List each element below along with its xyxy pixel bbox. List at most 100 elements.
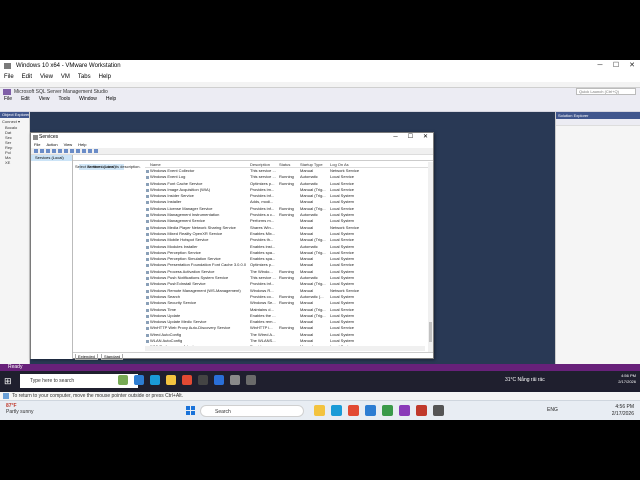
guest-screen[interactable]: Microsoft SQL Server Management Studio Q… xyxy=(0,88,640,392)
store-icon[interactable] xyxy=(365,405,376,416)
services-horizontal-scrollbar[interactable] xyxy=(145,346,425,351)
services-close-icon[interactable]: ✕ xyxy=(418,133,433,142)
refresh-icon[interactable] xyxy=(58,149,62,153)
screen-frame: Windows 10 x64 - VMware Workstation ─ ☐ … xyxy=(0,60,640,420)
menu-help[interactable]: Help xyxy=(99,72,111,82)
menu-view[interactable]: View xyxy=(40,72,53,82)
ssms-menu-file[interactable]: File xyxy=(4,96,12,103)
app-icon[interactable] xyxy=(416,405,427,416)
object-explorer-tree: Bocalo Dat Sec Ser Rep Pol Ma XE xyxy=(0,125,29,165)
menu-vm[interactable]: VM xyxy=(61,72,70,82)
file-explorer-icon[interactable] xyxy=(314,405,325,416)
news-icon[interactable] xyxy=(118,375,128,385)
start-service-icon[interactable] xyxy=(76,149,80,153)
solution-explorer-toolbar xyxy=(556,119,640,126)
services-tree: Services (Local) xyxy=(31,155,73,359)
edge-icon[interactable] xyxy=(331,405,342,416)
ssms-statusbar: Ready xyxy=(0,364,640,371)
table-body: Windows Event Collector This service ... M… xyxy=(145,168,429,352)
col-logon-as[interactable]: Log On As xyxy=(330,162,370,167)
services-title: Services xyxy=(39,134,59,140)
services-menu-action[interactable]: Action xyxy=(46,142,57,148)
terminal-icon[interactable] xyxy=(433,405,444,416)
col-name[interactable]: Name xyxy=(145,162,250,167)
services-minimize-icon[interactable]: ─ xyxy=(388,133,403,142)
services-pane-header: Services (Local) xyxy=(73,155,433,170)
quick-launch-input[interactable]: Quick Launch (Ctrl+Q) xyxy=(576,88,636,95)
host-taskbar: 87°F Partly sunny Search ENG 4:56 PM 2/1… xyxy=(0,400,640,420)
chrome-icon[interactable] xyxy=(182,375,192,385)
ssms-icon xyxy=(3,89,11,95)
ssms-taskbar-icon[interactable] xyxy=(230,375,240,385)
host-date: 2/17/2026 xyxy=(611,411,634,417)
ssms-menu-tools[interactable]: Tools xyxy=(58,96,70,103)
menu-edit[interactable]: Edit xyxy=(22,72,32,82)
back-icon[interactable] xyxy=(34,149,38,153)
file-explorer-icon[interactable] xyxy=(166,375,176,385)
maximize-icon[interactable]: ☐ xyxy=(608,60,624,72)
services-taskbar-icon[interactable] xyxy=(246,375,256,385)
col-status[interactable]: Status xyxy=(279,162,300,167)
minimize-icon[interactable]: ─ xyxy=(592,60,608,72)
ssms-menubar: File Edit View Tools Window Help xyxy=(0,96,640,103)
host-weather[interactable]: 87°F Partly sunny xyxy=(6,403,34,415)
edge-icon[interactable] xyxy=(150,375,160,385)
up-icon[interactable] xyxy=(46,149,50,153)
host-search-box[interactable]: Search xyxy=(200,405,304,417)
connect-button[interactable]: Connect ▾ xyxy=(0,118,29,125)
vmware-hint-bar: To return to your computer, move the mou… xyxy=(0,392,640,400)
services-pane: Services (Local) Select an item to view … xyxy=(73,155,433,360)
language-indicator[interactable]: ENG xyxy=(547,407,558,413)
vmware-title: Windows 10 x64 - VMware Workstation xyxy=(16,63,121,69)
host-windows-logo-icon[interactable] xyxy=(186,406,196,416)
guest-clock[interactable]: 4:56 PM 2/17/2026 xyxy=(618,373,636,385)
services-table: Name Description Status Startup Type Log… xyxy=(145,162,429,352)
guest-weather[interactable]: 31°C Nắng rải rác xyxy=(505,377,545,383)
services-toolbar xyxy=(31,148,433,155)
vmware-menubar: File Edit View VM Tabs Help xyxy=(0,72,640,82)
terminal-icon[interactable] xyxy=(198,375,208,385)
services-menu-file[interactable]: File xyxy=(34,142,40,148)
services-vertical-scrollbar[interactable] xyxy=(428,162,433,352)
chrome-icon[interactable] xyxy=(348,405,359,416)
export-icon[interactable] xyxy=(64,149,68,153)
windows-logo-icon[interactable]: ⊞ xyxy=(4,376,14,386)
ssms-titlebar: Microsoft SQL Server Management Studio Q… xyxy=(0,88,640,96)
ssms-menu-window[interactable]: Window xyxy=(79,96,97,103)
mail-icon[interactable] xyxy=(214,375,224,385)
close-icon[interactable]: ✕ xyxy=(624,60,640,72)
services-titlebar: Services ─ ☐ ✕ xyxy=(31,133,433,142)
services-menu-view[interactable]: View xyxy=(64,142,73,148)
restart-service-icon[interactable] xyxy=(94,149,98,153)
task-view-icon[interactable] xyxy=(134,375,144,385)
services-menu-help[interactable]: Help xyxy=(78,142,86,148)
tree-node[interactable]: XE xyxy=(0,160,29,165)
services-maximize-icon[interactable]: ☐ xyxy=(403,133,418,142)
menu-file[interactable]: File xyxy=(4,72,14,82)
scroll-thumb[interactable] xyxy=(429,322,432,342)
solution-explorer: Solution Explorer xyxy=(555,112,640,364)
ssms-menu-view[interactable]: View xyxy=(39,96,50,103)
info-icon xyxy=(3,393,9,399)
forward-icon[interactable] xyxy=(40,149,44,153)
col-description[interactable]: Description xyxy=(250,162,279,167)
tab-standard[interactable]: Standard xyxy=(101,354,124,360)
menu-tabs[interactable]: Tabs xyxy=(78,72,91,82)
host-clock[interactable]: 4:56 PM 2/17/2026 xyxy=(612,404,634,418)
description-pane: Select an item to view its description. xyxy=(75,164,141,169)
services-local-node[interactable]: Services (Local) xyxy=(31,155,72,161)
ssms-menu-edit[interactable]: Edit xyxy=(21,96,30,103)
vmware-hint-text: To return to your computer, move the mou… xyxy=(12,393,184,399)
help-icon[interactable] xyxy=(70,149,74,153)
guest-taskbar: ⊞ Type here to search 31°C Nắng rải rác … xyxy=(0,371,640,392)
stop-service-icon[interactable] xyxy=(82,149,86,153)
vmware-taskbar-icon[interactable] xyxy=(399,405,410,416)
ssms-menu-help[interactable]: Help xyxy=(106,96,116,103)
pause-service-icon[interactable] xyxy=(88,149,92,153)
host-pinned-apps xyxy=(314,405,450,416)
show-tree-icon[interactable] xyxy=(52,149,56,153)
col-startup-type[interactable]: Startup Type xyxy=(300,162,330,167)
tab-extended[interactable]: Extended xyxy=(75,354,98,360)
excel-icon[interactable] xyxy=(382,405,393,416)
host-time: 4:56 PM xyxy=(615,404,634,410)
